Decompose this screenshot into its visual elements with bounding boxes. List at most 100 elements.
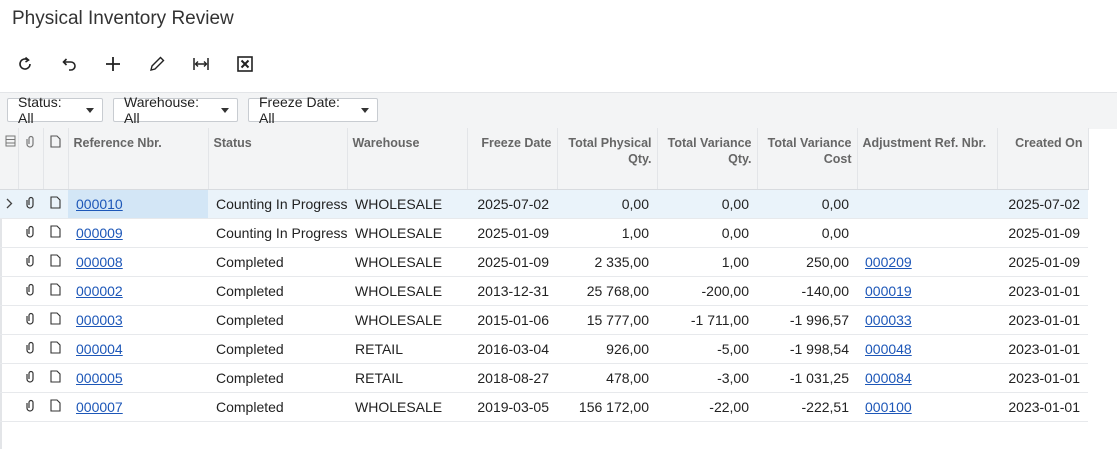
- row-selector[interactable]: [0, 189, 18, 219]
- attachment-cell[interactable]: [18, 305, 43, 335]
- row-selector[interactable]: [0, 334, 18, 364]
- attachments-header[interactable]: [18, 128, 44, 190]
- add-button[interactable]: [98, 50, 128, 78]
- reference-cell[interactable]: 000008: [68, 247, 208, 277]
- reference-link[interactable]: 000008: [76, 254, 123, 270]
- document-icon: [50, 282, 61, 299]
- fit-columns-button[interactable]: [186, 50, 216, 78]
- attachment-cell[interactable]: [18, 247, 43, 277]
- table-row[interactable]: 000005 Completed RETAIL 2018-08-27 478,00 -3,…: [0, 363, 1088, 393]
- header-total-physical[interactable]: Total Physical Qty.: [557, 128, 658, 190]
- status-cell: Completed: [208, 276, 347, 306]
- row-selector[interactable]: [0, 363, 18, 393]
- total-physical-cell: 156 172,00: [557, 392, 657, 422]
- reference-cell[interactable]: 000003: [68, 305, 208, 335]
- header-total-variance-qty[interactable]: Total Variance Qty.: [657, 128, 758, 190]
- adjustment-ref-cell[interactable]: 000033: [857, 305, 997, 335]
- reference-link[interactable]: 000010: [76, 196, 123, 212]
- reference-link[interactable]: 000002: [76, 283, 123, 299]
- edit-button[interactable]: [142, 50, 172, 78]
- reference-link[interactable]: 000005: [76, 370, 123, 386]
- document-icon: [50, 340, 61, 357]
- reference-link[interactable]: 000003: [76, 312, 123, 328]
- note-cell[interactable]: [43, 189, 68, 219]
- note-cell[interactable]: [43, 363, 68, 393]
- table-row[interactable]: 000003 Completed WHOLESALE 2015-01-06 15 777…: [0, 305, 1088, 335]
- adjustment-ref-cell[interactable]: 000084: [857, 363, 997, 393]
- adjustment-ref-cell[interactable]: 000100: [857, 392, 997, 422]
- reference-cell[interactable]: 000010: [68, 189, 208, 219]
- total-physical-cell: 2 335,00: [557, 247, 657, 277]
- total-variance-qty-cell: -1 711,00: [657, 305, 757, 335]
- table-row[interactable]: 000008 Completed WHOLESALE 2025-01-09 2 335,…: [0, 247, 1088, 277]
- note-cell[interactable]: [43, 392, 68, 422]
- adjustment-ref-link[interactable]: 000048: [865, 341, 912, 357]
- note-cell[interactable]: [43, 334, 68, 364]
- row-selector[interactable]: [0, 276, 18, 306]
- refresh-button[interactable]: [10, 50, 40, 78]
- warehouse-cell: WHOLESALE: [347, 276, 467, 306]
- reference-link[interactable]: 000009: [76, 225, 123, 241]
- row-selector[interactable]: [0, 218, 18, 248]
- warehouse-cell: WHOLESALE: [347, 189, 467, 219]
- freeze-date-cell: 2025-01-09: [467, 218, 557, 248]
- attachment-cell[interactable]: [18, 189, 43, 219]
- column-settings-icon: [5, 135, 16, 147]
- adjustment-ref-cell[interactable]: 000019: [857, 276, 997, 306]
- reference-cell[interactable]: 000002: [68, 276, 208, 306]
- table-row[interactable]: 000002 Completed WHOLESALE 2013-12-31 25 768…: [0, 276, 1088, 306]
- attachment-cell[interactable]: [18, 276, 43, 306]
- header-total-variance-cost[interactable]: Total Variance Cost: [757, 128, 858, 190]
- paperclip-icon: [25, 135, 34, 148]
- row-selector[interactable]: [0, 247, 18, 277]
- header-created-on[interactable]: Created On: [997, 128, 1089, 190]
- header-warehouse[interactable]: Warehouse: [347, 128, 468, 190]
- attachment-cell[interactable]: [18, 363, 43, 393]
- table-row[interactable]: 000010 Counting In Progress WHOLESALE 2025-…: [0, 189, 1088, 219]
- freeze-date-filter[interactable]: Freeze Date: All: [248, 94, 378, 126]
- total-physical-cell: 15 777,00: [557, 305, 657, 335]
- adjustment-ref-cell[interactable]: 000209: [857, 247, 997, 277]
- status-filter[interactable]: Status: All: [7, 94, 103, 126]
- adjustment-ref-link[interactable]: 000033: [865, 312, 912, 328]
- attachment-cell[interactable]: [18, 218, 43, 248]
- table-row[interactable]: 000004 Completed RETAIL 2016-03-04 926,00 -5,…: [0, 334, 1088, 364]
- warehouse-filter[interactable]: Warehouse: All: [113, 94, 238, 126]
- adjustment-ref-cell[interactable]: 000048: [857, 334, 997, 364]
- adjustment-ref-cell[interactable]: [857, 189, 997, 219]
- reference-cell[interactable]: 000007: [68, 392, 208, 422]
- adjustment-ref-link[interactable]: 000100: [865, 399, 912, 415]
- reference-link[interactable]: 000007: [76, 399, 123, 415]
- reference-cell[interactable]: 000005: [68, 363, 208, 393]
- attachment-cell[interactable]: [18, 334, 43, 364]
- table-row[interactable]: 000007 Completed WHOLESALE 2019-03-05 156 17…: [0, 392, 1088, 422]
- adjustment-ref-link[interactable]: 000084: [865, 370, 912, 386]
- reference-cell[interactable]: 000009: [68, 218, 208, 248]
- adjustment-ref-cell[interactable]: [857, 218, 997, 248]
- document-icon: [50, 135, 61, 148]
- reference-cell[interactable]: 000004: [68, 334, 208, 364]
- total-variance-cost-cell: 0,00: [757, 218, 857, 248]
- export-excel-button[interactable]: [230, 50, 260, 78]
- undo-button[interactable]: [54, 50, 84, 78]
- header-freeze-date[interactable]: Freeze Date: [467, 128, 558, 190]
- note-cell[interactable]: [43, 247, 68, 277]
- document-icon: [50, 195, 61, 212]
- note-cell[interactable]: [43, 305, 68, 335]
- header-reference[interactable]: Reference Nbr.: [68, 128, 209, 190]
- created-on-cell: 2025-07-02: [997, 189, 1088, 219]
- adjustment-ref-link[interactable]: 000209: [865, 254, 912, 270]
- header-status[interactable]: Status: [208, 128, 348, 190]
- reference-link[interactable]: 000004: [76, 341, 123, 357]
- table-row[interactable]: 000009 Counting In Progress WHOLESALE 2025-…: [0, 218, 1088, 248]
- total-variance-qty-cell: 0,00: [657, 189, 757, 219]
- header-adjustment-ref[interactable]: Adjustment Ref. Nbr.: [857, 128, 998, 190]
- row-selector[interactable]: [0, 392, 18, 422]
- row-selector-header[interactable]: [0, 128, 19, 190]
- notes-header[interactable]: [43, 128, 69, 190]
- adjustment-ref-link[interactable]: 000019: [865, 283, 912, 299]
- attachment-cell[interactable]: [18, 392, 43, 422]
- row-selector[interactable]: [0, 305, 18, 335]
- note-cell[interactable]: [43, 276, 68, 306]
- note-cell[interactable]: [43, 218, 68, 248]
